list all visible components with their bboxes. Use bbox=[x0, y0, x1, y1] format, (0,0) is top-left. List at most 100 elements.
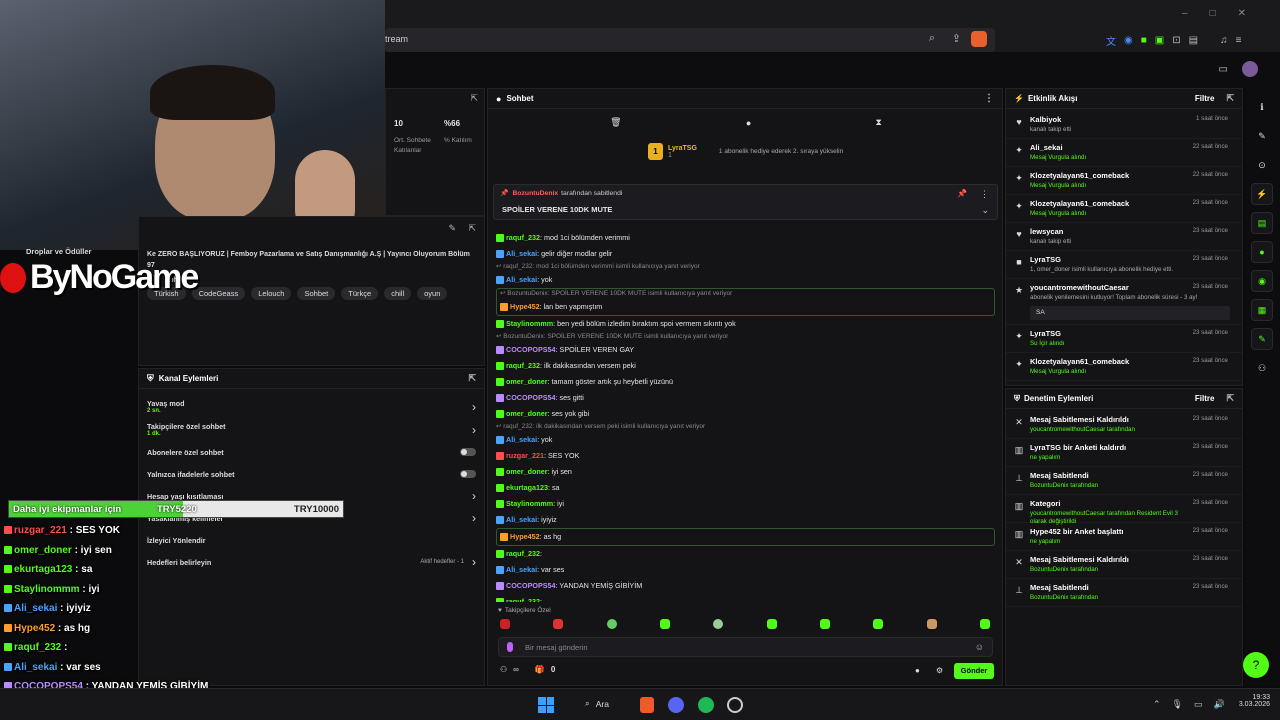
activity-item[interactable]: ✦ Klozetyalayan61_comeback Mesaj Vurgula a… bbox=[1006, 195, 1242, 223]
chat-message[interactable]: COCOPOPS54: YANDAN YEMİŞ GİBİYİM bbox=[496, 578, 1001, 594]
chat-message[interactable]: ruzgar_221: SES YOK bbox=[496, 448, 1001, 464]
chat-username[interactable]: Hype452 bbox=[510, 532, 540, 541]
activity-item[interactable]: ♥ lewsycan kanalı takip etti 23 saat önce bbox=[1006, 223, 1242, 251]
chat-username[interactable]: Staylinommm bbox=[506, 499, 553, 508]
chat-username[interactable]: COCOPOPS54 bbox=[506, 393, 556, 402]
windows-start-icon[interactable] bbox=[538, 697, 554, 713]
kick-extension-icon[interactable]: ■ bbox=[1141, 35, 1147, 46]
chevron-right-icon[interactable]: › bbox=[472, 511, 476, 525]
chat-username[interactable]: COCOPOPS54 bbox=[506, 345, 556, 354]
chat-message[interactable]: ekurtaga123: sa bbox=[496, 480, 1001, 496]
chat-username[interactable]: Ali_sekai bbox=[506, 435, 537, 444]
chat-username[interactable]: Ali_sekai bbox=[506, 515, 537, 524]
chevron-right-icon[interactable]: › bbox=[472, 489, 476, 503]
microphone-icon[interactable]: 🎙 bbox=[1172, 699, 1183, 710]
tag-chip[interactable]: chill bbox=[384, 287, 412, 300]
chat-message[interactable]: omer_doner: ses yok gibi bbox=[496, 406, 1001, 422]
emoji-icon[interactable]: ☺ bbox=[975, 642, 984, 652]
emote-icon[interactable] bbox=[926, 619, 937, 629]
chat-message[interactable]: omer_doner: iyi sen bbox=[496, 464, 1001, 480]
chat-message[interactable]: ↩ raquf_232: ilk dakikasından versem pek… bbox=[496, 422, 1001, 448]
more-options-icon[interactable]: ⋮ bbox=[980, 189, 989, 200]
chat-message[interactable]: omer_doner: tamam göster artık şu heybet… bbox=[496, 374, 1001, 390]
chat-message[interactable]: raquf_232: ilk dakikasından versem peki bbox=[496, 358, 1001, 374]
edit-icon[interactable]: ✎ bbox=[1251, 125, 1273, 147]
unpin-icon[interactable]: 📌 bbox=[957, 189, 967, 198]
chat-username[interactable]: COCOPOPS54 bbox=[506, 581, 556, 590]
chat-message[interactable]: Staylinommm: iyi bbox=[496, 496, 1001, 512]
infinity-icon[interactable]: ∞ bbox=[513, 665, 519, 674]
chat-message[interactable]: raquf_232: mod 1ci bölümden verimmi bbox=[496, 230, 1001, 246]
spotify-icon[interactable] bbox=[698, 697, 714, 713]
people-icon[interactable]: ⚇ bbox=[500, 665, 507, 674]
wrench-icon[interactable]: ✎ bbox=[1251, 328, 1273, 350]
chevron-right-icon[interactable]: › bbox=[472, 423, 476, 437]
chevron-down-icon[interactable]: ⌄ bbox=[981, 205, 989, 216]
chat-message[interactable]: Staylinommm: ben yedi bölüm izledim bıra… bbox=[496, 316, 1001, 332]
chat-username[interactable]: raquf_232 bbox=[506, 549, 540, 558]
chat-username[interactable]: omer_doner bbox=[506, 377, 548, 386]
document-icon[interactable]: ▤ bbox=[1251, 212, 1273, 234]
tag-chip[interactable]: oyun bbox=[417, 287, 448, 300]
moderation-filter-button[interactable]: Filtre bbox=[1195, 394, 1215, 403]
capture-icon[interactable]: ⊙ bbox=[1251, 154, 1273, 176]
more-options-icon[interactable]: ⋮ bbox=[984, 93, 994, 104]
gear-icon[interactable]: ⚙ bbox=[936, 666, 943, 675]
popout-icon[interactable]: ⇱ bbox=[468, 223, 476, 234]
popout-icon[interactable]: ⇱ bbox=[1226, 93, 1234, 104]
channel-action-row[interactable]: Yavaş mod 2 sn. › bbox=[139, 395, 484, 418]
moderation-item[interactable]: ▥ LyraTSG bir Anketi kaldırdı ne yapalım 23… bbox=[1006, 439, 1242, 467]
info-icon[interactable]: ℹ bbox=[1251, 96, 1273, 118]
share-icon[interactable]: ⇪ bbox=[952, 32, 961, 45]
address-bar[interactable]: tream ⌕ ⇪ bbox=[385, 28, 995, 52]
chat-message[interactable]: ↩ BozuntuDenix: SPOİLER VERENE 10DK MUTE… bbox=[496, 332, 1001, 358]
moderation-item[interactable]: ✕ Mesaj Sabitlemesi Kaldırıldı youcantrome… bbox=[1006, 411, 1242, 439]
zoom-icon[interactable]: ⌕ bbox=[929, 32, 935, 45]
edit-icon[interactable]: ✎ bbox=[448, 223, 456, 234]
creator-dashboard-icon[interactable]: ▭ bbox=[1219, 64, 1228, 75]
obs-icon[interactable] bbox=[727, 697, 743, 713]
screenshot-icon[interactable]: ⊡ bbox=[1172, 35, 1180, 46]
activity-item[interactable]: ■ LyraTSG 1, omer_doner isimli kullanıcıya… bbox=[1006, 251, 1242, 279]
reader-icon[interactable]: ▤ bbox=[1189, 35, 1198, 46]
emote-icon[interactable] bbox=[766, 619, 777, 629]
toggle-switch[interactable] bbox=[460, 448, 476, 456]
chat-username[interactable]: Ali_sekai bbox=[506, 275, 537, 284]
chat-bubble-icon[interactable]: ● bbox=[915, 666, 920, 675]
chat-message[interactable]: ↩ raquf_232: mod 1ci bölümden verimmi is… bbox=[496, 262, 1001, 288]
window-controls[interactable]: –□✕ bbox=[1182, 8, 1268, 19]
activity-item[interactable]: ✦ Klozetyalayan61_comeback Mesaj Vurgula a… bbox=[1006, 353, 1242, 381]
chat-bubble-icon[interactable]: ● bbox=[746, 118, 751, 128]
chat-message[interactable]: raquf_232: bbox=[496, 594, 1001, 602]
help-button[interactable]: ? bbox=[1243, 652, 1269, 678]
audio-icon[interactable]: ◉ bbox=[1124, 35, 1133, 46]
avatar[interactable] bbox=[1242, 61, 1258, 77]
moderation-item[interactable]: ▥ Hype452 bir Anket başlattı ne yapalım 23 … bbox=[1006, 523, 1242, 551]
tag-chip[interactable]: Sohbet bbox=[297, 287, 336, 300]
popout-icon[interactable]: ⇱ bbox=[468, 373, 476, 384]
chat-username[interactable]: Hype452 bbox=[510, 302, 540, 311]
discord-icon[interactable] bbox=[668, 697, 684, 713]
chevron-up-icon[interactable]: ⌃ bbox=[1153, 699, 1161, 710]
chat-username[interactable]: raquf_232 bbox=[506, 233, 540, 242]
bolt-icon[interactable]: ⚡ bbox=[1251, 183, 1273, 205]
chat-input[interactable]: Bir mesaj gönderin ☺ bbox=[498, 637, 993, 657]
tag-chip[interactable]: CodeGeass bbox=[191, 287, 246, 300]
chat-username[interactable]: omer_doner bbox=[506, 409, 548, 418]
emote-icon[interactable] bbox=[659, 619, 670, 629]
activity-filter-button[interactable]: Filtre bbox=[1195, 94, 1215, 103]
broadcast-icon[interactable]: ◉ bbox=[1251, 270, 1273, 292]
brave-shield-icon[interactable] bbox=[971, 31, 987, 47]
activity-item[interactable]: ♥ Kalbiyok kanalı takip etti 1 saat önce bbox=[1006, 111, 1242, 139]
chat-message[interactable]: Ali_sekai: var ses bbox=[496, 562, 1001, 578]
volume-icon[interactable]: 🔊 bbox=[1214, 699, 1225, 710]
chat-username[interactable]: Ali_sekai bbox=[506, 565, 537, 574]
chat-message[interactable]: Ali_sekai: iyiyiz bbox=[496, 512, 1001, 528]
tag-chip[interactable]: Türkçe bbox=[341, 287, 379, 300]
activity-item[interactable]: ✦ LyraTSG Su İçir alındı 23 saat önce bbox=[1006, 325, 1242, 353]
toggle-switch[interactable] bbox=[460, 470, 476, 478]
chat-message[interactable]: raquf_232: bbox=[496, 546, 1001, 562]
chat-username[interactable]: raquf_232 bbox=[506, 361, 540, 370]
chat-username[interactable]: ruzgar_221 bbox=[506, 451, 544, 460]
taskbar-search[interactable]: ⌕ Ara bbox=[585, 698, 609, 709]
